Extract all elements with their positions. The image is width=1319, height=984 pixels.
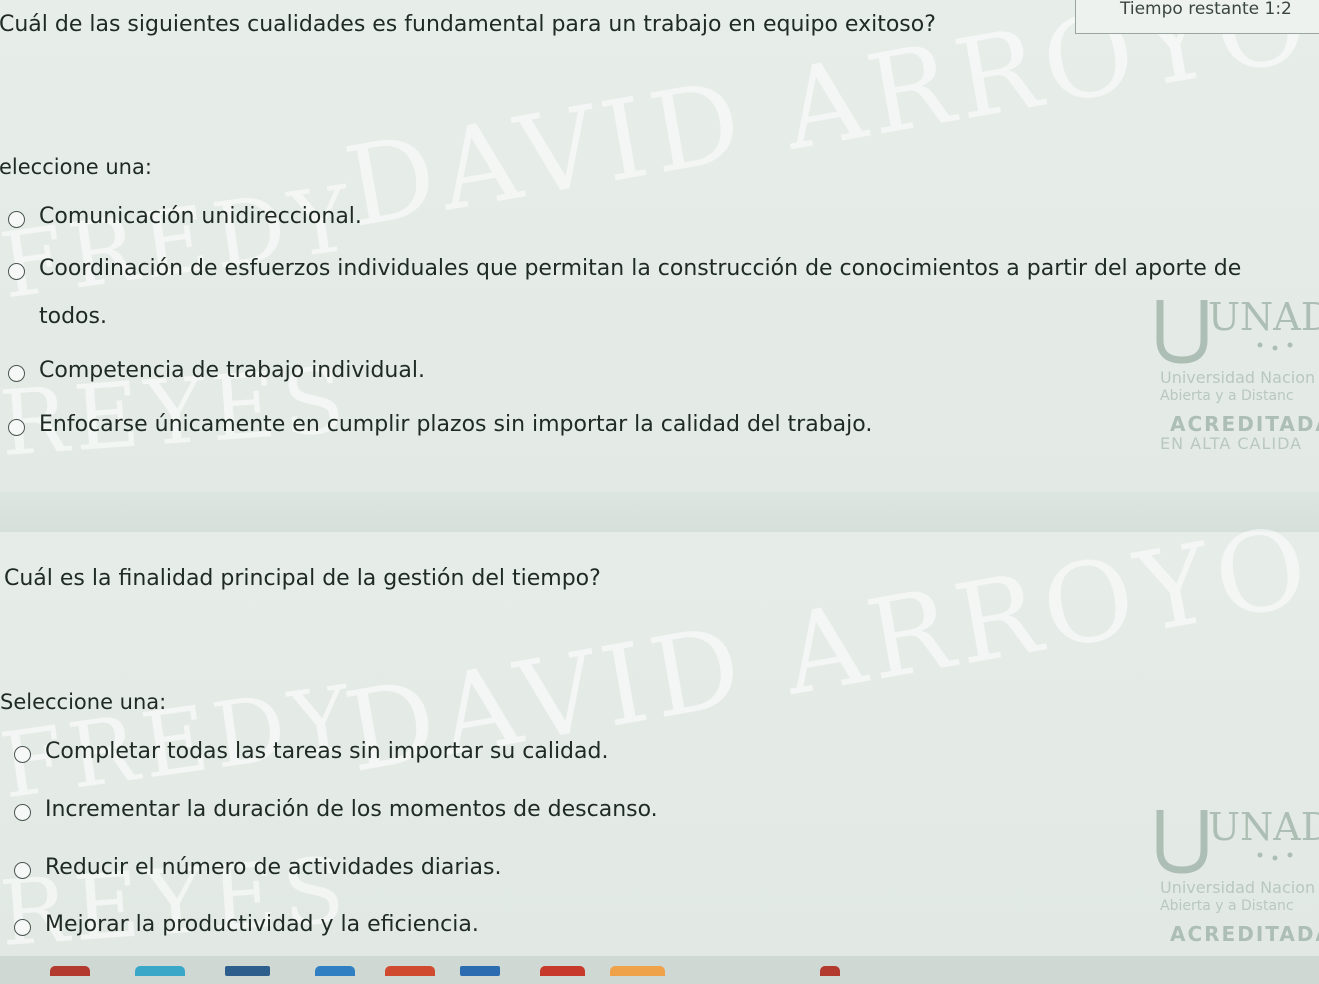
- unad-letters: UNAD: [1208, 805, 1319, 849]
- taskbar-app-icon[interactable]: [540, 966, 585, 976]
- radio-button[interactable]: [8, 419, 25, 436]
- question-2-option-1[interactable]: Completar todas las tareas sin importar …: [14, 739, 608, 776]
- option-label: Incrementar la duración de los momentos …: [45, 797, 658, 822]
- question-2-prompt: Seleccione una:: [0, 690, 167, 714]
- taskbar-app-icon[interactable]: [225, 966, 270, 976]
- time-remaining-box: Tiempo restante 1:2: [1075, 0, 1319, 34]
- radio-button[interactable]: [8, 211, 25, 228]
- unad-emblem-icon: UNAD: [1156, 805, 1319, 874]
- question-1-option-2[interactable]: Coordinación de esfuerzos individuales q…: [8, 256, 1279, 341]
- question-1-option-4[interactable]: Enfocarse únicamente en cumplir plazos s…: [8, 412, 872, 449]
- option-label: Competencia de trabajo individual.: [39, 358, 425, 383]
- option-label: Enfocarse únicamente en cumplir plazos s…: [39, 412, 873, 437]
- taskbar-app-icon[interactable]: [460, 966, 500, 976]
- unad-line-3: ACREDITADA: [1170, 922, 1319, 946]
- option-label: Completar todas las tareas sin importar …: [45, 739, 609, 764]
- taskbar-app-icon[interactable]: [315, 966, 355, 976]
- option-label: Reducir el número de actividades diarias…: [45, 855, 502, 880]
- unad-line-4: EN ALTA CALIDA: [1160, 434, 1303, 453]
- question-separator: [0, 492, 1319, 532]
- option-label: Coordinación de esfuerzos individuales q…: [39, 256, 1242, 329]
- unad-line-1: Universidad Nacion: [1160, 878, 1316, 897]
- radio-button[interactable]: [14, 746, 31, 763]
- question-1-option-3[interactable]: Competencia de trabajo individual.: [8, 358, 425, 395]
- taskbar-app-icon[interactable]: [610, 966, 665, 976]
- unad-line-3: ACREDITADA: [1170, 412, 1319, 436]
- question-1-option-1[interactable]: Comunicación unidireccional.: [8, 204, 362, 241]
- question-1-prompt: eleccione una:: [0, 155, 152, 179]
- unad-logo: UNAD Universidad Nacion Abierta y a Dist…: [1130, 800, 1319, 960]
- question-2-option-3[interactable]: Reducir el número de actividades diarias…: [14, 855, 502, 892]
- unad-line-1: Universidad Nacion: [1160, 368, 1316, 387]
- question-2-option-2[interactable]: Incrementar la duración de los momentos …: [14, 797, 658, 834]
- unad-line-2: Abierta y a Distanc: [1160, 388, 1294, 404]
- question-2-option-4[interactable]: Mejorar la productividad y la eficiencia…: [14, 912, 479, 949]
- radio-button[interactable]: [8, 365, 25, 382]
- time-remaining-label: Tiempo restante 1:2: [1120, 0, 1292, 19]
- taskbar-app-icon[interactable]: [50, 966, 90, 976]
- unad-line-2: Abierta y a Distanc: [1160, 898, 1294, 914]
- radio-button[interactable]: [14, 804, 31, 821]
- taskbar-app-icon[interactable]: [135, 966, 185, 976]
- option-label: Comunicación unidireccional.: [39, 204, 362, 229]
- option-label: Mejorar la productividad y la eficiencia…: [45, 912, 479, 937]
- radio-button[interactable]: [8, 263, 25, 280]
- radio-button[interactable]: [14, 862, 31, 879]
- question-1-text: Cuál de las siguientes cualidades es fun…: [0, 12, 936, 37]
- question-2-text: Cuál es la finalidad principal de la ges…: [4, 566, 601, 591]
- radio-button[interactable]: [14, 919, 31, 936]
- taskbar-app-icon[interactable]: [820, 966, 840, 976]
- taskbar-app-icon[interactable]: [385, 966, 435, 976]
